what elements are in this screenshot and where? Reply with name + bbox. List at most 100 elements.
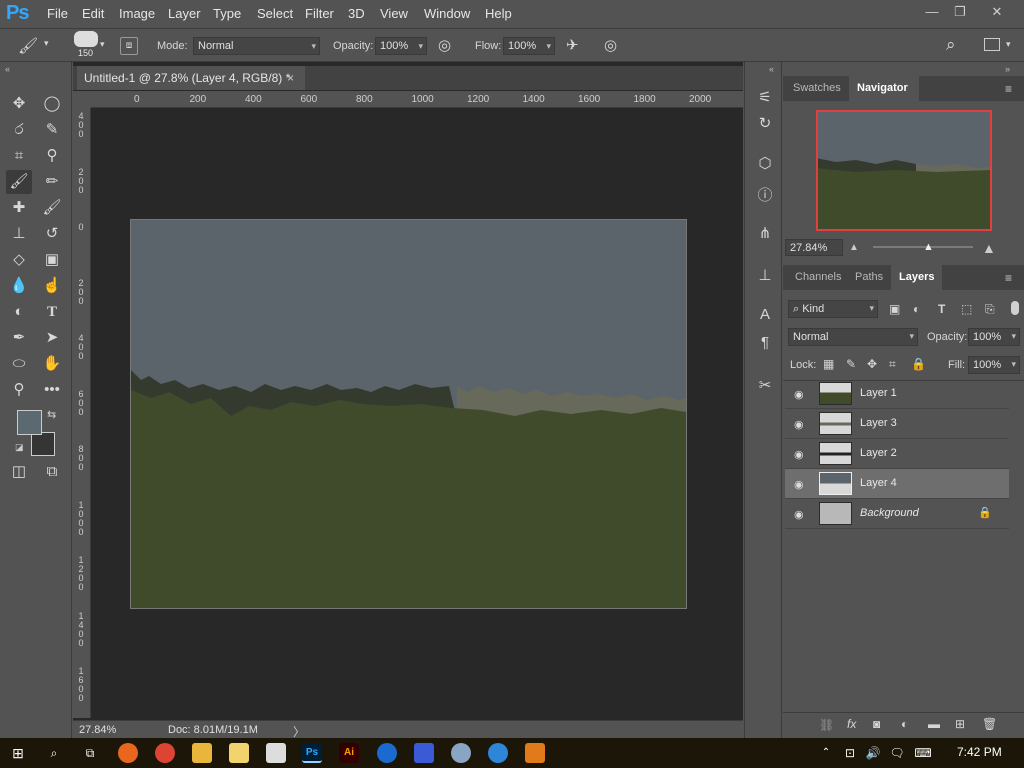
clone-stamp-tool-icon[interactable]: ⊥ [6, 222, 32, 246]
collapse-panel-icon[interactable]: « [769, 64, 774, 74]
tool-presets-icon[interactable]: ✂ [755, 376, 775, 396]
minimize-button[interactable]: — [920, 2, 944, 22]
layer-name[interactable]: Layer 2 [860, 447, 897, 459]
file-explorer-icon[interactable] [192, 743, 212, 763]
layer-name[interactable]: Layer 3 [860, 417, 897, 429]
type-tool-icon[interactable]: T [39, 300, 65, 324]
volume-icon[interactable]: 🔊 [863, 743, 883, 763]
tab-paths[interactable]: Paths [847, 265, 891, 290]
zoom-out-icon[interactable]: ▲ [849, 242, 859, 253]
brush-panel-toggle-icon[interactable]: ⧈ [120, 37, 138, 55]
layer-name[interactable]: Layer 1 [860, 387, 897, 399]
lock-all-icon[interactable]: 🔒 [911, 357, 926, 371]
task-view-icon[interactable]: ⧉ [80, 743, 100, 763]
zoom-tool-icon[interactable]: ⚲ [6, 378, 32, 402]
layer-row-layer-2[interactable]: ◉ Layer 2 [785, 439, 1009, 469]
zoom-slider[interactable]: ▲ [873, 241, 973, 253]
hand-tool-icon[interactable]: ✋ [39, 352, 65, 376]
brush-tool-icon[interactable]: 🖌 [6, 170, 32, 194]
search-icon[interactable]: ⌕ [44, 743, 64, 763]
info-icon[interactable]: ⓘ [755, 184, 775, 204]
3d-icon[interactable]: ⬡ [755, 154, 775, 174]
layer-name[interactable]: Layer 4 [860, 477, 897, 489]
foreground-color-swatch[interactable] [17, 410, 42, 435]
eyedropper-tool-icon[interactable]: ⚲ [39, 144, 65, 168]
add-mask-icon[interactable]: ◙ [873, 717, 880, 731]
navigator-zoom-input[interactable]: 27.84% [785, 239, 843, 256]
default-colors-icon[interactable]: ◪ [15, 442, 24, 453]
character-icon[interactable]: A [755, 306, 775, 326]
menu-view[interactable]: View [380, 6, 408, 21]
filter-shape-icon[interactable]: ⬚ [961, 302, 972, 316]
lock-image-icon[interactable]: ✎ [846, 357, 856, 371]
layer-row-layer-3[interactable]: ◉ Layer 3 [785, 409, 1009, 439]
ruler-origin[interactable] [73, 91, 91, 108]
menu-filter[interactable]: Filter [305, 6, 334, 21]
chevron-down-icon[interactable]: ▾ [1006, 39, 1011, 50]
healing-brush-tool-icon[interactable]: ✚ [6, 196, 32, 220]
lock-transparent-icon[interactable]: ▦ [823, 357, 834, 371]
menu-image[interactable]: Image [119, 6, 155, 21]
workspace-switcher-icon[interactable] [984, 38, 1000, 51]
close-button[interactable]: ✕ [985, 2, 1009, 22]
menu-type[interactable]: Type [213, 6, 241, 21]
new-group-icon[interactable]: ▬ [928, 717, 940, 731]
pen-tool-icon[interactable]: ✒ [6, 326, 32, 350]
collapse-dock-icon[interactable]: » [1005, 64, 1010, 74]
eye-icon[interactable]: ◉ [794, 478, 804, 491]
photoshop-taskbar-icon[interactable]: Ps [302, 743, 322, 763]
vertical-ruler[interactable]: 400 200 0 200 400 600 800 1000 1200 1400 1600 [73, 108, 91, 718]
menu-select[interactable]: Select [257, 6, 293, 21]
lock-artboard-icon[interactable]: ⌗ [889, 357, 896, 372]
background-color-swatch[interactable] [31, 432, 55, 456]
marquee-tool-icon[interactable]: ◯ [39, 92, 65, 116]
notes-icon[interactable] [229, 743, 249, 763]
filter-adjustment-icon[interactable]: ◐ [913, 302, 920, 316]
pressure-size-icon[interactable]: ◎ [604, 36, 617, 54]
collapse-panel-icon[interactable]: « [5, 64, 10, 74]
filter-toggle[interactable] [1011, 301, 1019, 315]
dodge-tool-icon[interactable]: ◐ [6, 300, 32, 324]
menu-layer[interactable]: Layer [168, 6, 201, 21]
screen-mode-icon[interactable]: ⧉ [39, 460, 65, 484]
clone-source-icon[interactable]: ⊥ [755, 266, 775, 286]
adjustments-icon[interactable]: ⚟ [755, 88, 775, 108]
keyboard-icon[interactable]: ⌨ [913, 743, 933, 763]
flow-input[interactable]: 100% ▾ [503, 37, 555, 55]
mixer-brush-tool-icon[interactable]: 🖌 [39, 196, 65, 220]
canvas[interactable] [130, 219, 687, 609]
tab-swatches[interactable]: Swatches [785, 76, 849, 101]
panel-menu-icon[interactable]: ≡ [1005, 82, 1012, 96]
ellipse-tool-icon[interactable]: ⬭ [6, 352, 32, 376]
menu-window[interactable]: Window [424, 6, 470, 21]
search-icon[interactable]: ⌕ [946, 35, 956, 55]
close-tab-icon[interactable]: × [287, 66, 294, 90]
illustrator-taskbar-icon[interactable]: Ai [339, 743, 359, 763]
layer-style-icon[interactable]: fx [847, 717, 856, 731]
adjustment-layer-icon[interactable]: ◐ [901, 717, 908, 731]
chevron-down-icon[interactable]: ▾ [100, 39, 105, 50]
firefox-icon[interactable] [118, 743, 138, 763]
filter-smart-object-icon[interactable]: ⎘ [985, 302, 995, 317]
brush-tool-preset-icon[interactable]: 🖌 [18, 36, 38, 56]
blur-tool-icon[interactable]: 💧 [6, 274, 32, 298]
zoom-in-icon[interactable]: ▲ [982, 240, 996, 256]
panel-menu-icon[interactable]: ≡ [1005, 271, 1012, 285]
airbrush-icon[interactable]: ✈ [566, 36, 579, 54]
layer-name[interactable]: Background [860, 507, 919, 519]
menu-3d[interactable]: 3D [348, 6, 365, 21]
zoom-slider-handle[interactable]: ▲ [923, 241, 934, 253]
tab-navigator[interactable]: Navigator [849, 76, 919, 101]
move-tool-icon[interactable]: ✥ [6, 92, 32, 116]
tab-channels[interactable]: Channels [787, 265, 849, 290]
eye-icon[interactable]: ◉ [794, 388, 804, 401]
chrome-icon[interactable] [155, 743, 175, 763]
pressure-opacity-icon[interactable]: ◎ [438, 36, 451, 54]
filter-pixel-icon[interactable]: ▣ [889, 302, 900, 316]
crop-tool-icon[interactable]: ⌗ [6, 144, 32, 168]
app-icon[interactable] [488, 743, 508, 763]
eye-icon[interactable]: ◉ [794, 448, 804, 461]
menu-file[interactable]: File [47, 6, 68, 21]
navigator-thumbnail[interactable] [816, 110, 992, 231]
app-icon[interactable] [525, 743, 545, 763]
